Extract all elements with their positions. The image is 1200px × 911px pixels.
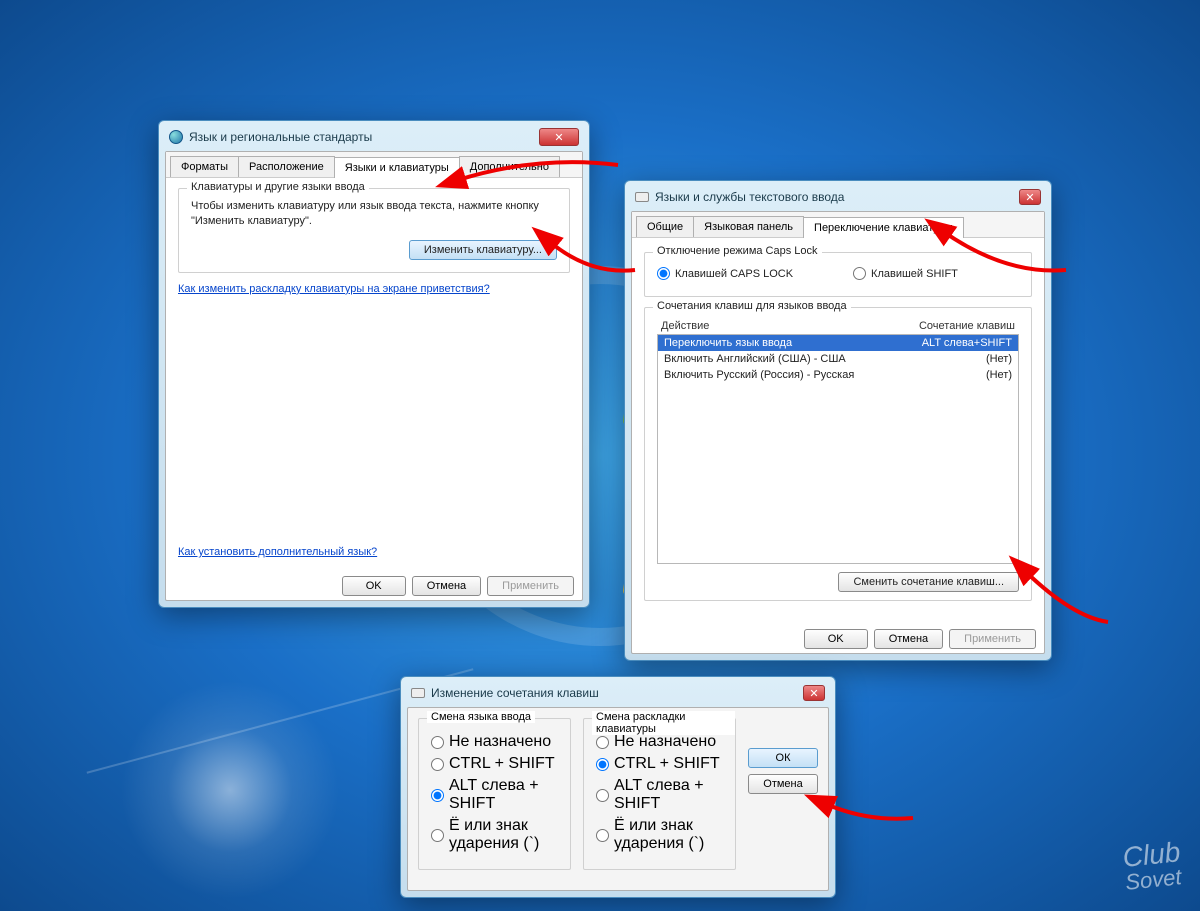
group-hotkeys: Сочетания клавиш для языков ввода Действ…	[644, 307, 1032, 601]
change-keyboard-button[interactable]: Изменить клавиатуру...	[409, 240, 557, 260]
hotkeys-legend: Сочетания клавиш для языков ввода	[653, 300, 851, 312]
radio-none[interactable]: Не назначено	[431, 733, 558, 751]
dialog-region-language: Язык и региональные стандарты ✕ Форматы …	[158, 120, 590, 608]
close-button[interactable]: ✕	[539, 128, 579, 146]
tab-switch-kbd[interactable]: Переключение клавиатуры	[803, 217, 964, 238]
capslock-legend: Отключение режима Caps Lock	[653, 245, 822, 257]
keyboard-icon	[411, 688, 425, 698]
tab-location[interactable]: Расположение	[238, 156, 335, 177]
ok-button[interactable]: OK	[342, 576, 406, 596]
watermark: ClubSovet	[1122, 839, 1185, 896]
group-keyboards: Клавиатуры и другие языки ввода Чтобы из…	[178, 188, 570, 273]
window-title: Изменение сочетания клавиш	[431, 686, 599, 700]
radio-grave[interactable]: Ё или знак ударения (`)	[596, 817, 723, 853]
dialog-change-hotkey: Изменение сочетания клавиш ✕ Смена языка…	[400, 676, 836, 898]
ok-button[interactable]: OK	[804, 629, 868, 649]
link-welcome-layout[interactable]: Как изменить раскладку клавиатуры на экр…	[178, 283, 490, 295]
group-lang-switch: Смена языка ввода Не назначено CTRL + SH…	[418, 718, 571, 870]
hotkey-list[interactable]: Переключить язык вводаALT слева+SHIFT Вк…	[657, 334, 1019, 564]
radio-none[interactable]: Не назначено	[596, 733, 723, 751]
lens-flare	[120, 680, 340, 900]
list-item[interactable]: Включить Русский (Россия) - Русская(Нет)	[658, 367, 1018, 383]
legend-left: Смена языка ввода	[427, 711, 535, 723]
dialog-text-services: Языки и службы текстового ввода ✕ Общие …	[624, 180, 1052, 661]
link-install-language[interactable]: Как установить дополнительный язык?	[178, 546, 377, 558]
titlebar[interactable]: Языки и службы текстового ввода ✕	[631, 187, 1045, 211]
tab-keyboards[interactable]: Языки и клавиатуры	[334, 157, 460, 178]
radio-grave[interactable]: Ё или знак ударения (`)	[431, 817, 558, 853]
radio-shift[interactable]: Клавишей SHIFT	[853, 267, 958, 280]
radio-ctrl-shift[interactable]: CTRL + SHIFT	[596, 755, 723, 773]
group-text: Чтобы изменить клавиатуру или язык ввода…	[191, 199, 557, 230]
apply-button: Применить	[487, 576, 574, 596]
tab-general[interactable]: Общие	[636, 216, 694, 237]
radio-alt-shift[interactable]: ALT слева + SHIFT	[596, 777, 723, 813]
radio-ctrl-shift[interactable]: CTRL + SHIFT	[431, 755, 558, 773]
change-hotkey-button[interactable]: Сменить сочетание клавиш...	[838, 572, 1019, 592]
window-title: Языки и службы текстового ввода	[655, 190, 844, 204]
tab-formats[interactable]: Форматы	[170, 156, 239, 177]
titlebar[interactable]: Язык и региональные стандарты ✕	[165, 127, 583, 151]
apply-button: Применить	[949, 629, 1036, 649]
group-capslock: Отключение режима Caps Lock Клавишей CAP…	[644, 252, 1032, 297]
close-button[interactable]: ✕	[803, 685, 825, 701]
globe-icon	[169, 130, 183, 144]
keyboard-icon	[635, 192, 649, 202]
titlebar[interactable]: Изменение сочетания клавиш ✕	[407, 683, 829, 707]
tab-advanced[interactable]: Дополнительно	[459, 156, 560, 177]
col-combo: Сочетание клавиш	[919, 320, 1015, 332]
legend-right: Смена раскладки клавиатуры	[592, 711, 735, 735]
list-item[interactable]: Переключить язык вводаALT слева+SHIFT	[658, 335, 1018, 351]
tab-langbar[interactable]: Языковая панель	[693, 216, 804, 237]
cancel-button[interactable]: Отмена	[748, 774, 818, 794]
window-title: Язык и региональные стандарты	[189, 130, 372, 144]
close-button[interactable]: ✕	[1019, 189, 1041, 205]
radio-capslock[interactable]: Клавишей CAPS LOCK	[657, 267, 793, 280]
radio-alt-shift[interactable]: ALT слева + SHIFT	[431, 777, 558, 813]
group-layout-switch: Смена раскладки клавиатуры Не назначено …	[583, 718, 736, 870]
tabstrip: Форматы Расположение Языки и клавиатуры …	[166, 152, 582, 178]
list-item[interactable]: Включить Английский (США) - США(Нет)	[658, 351, 1018, 367]
ok-button[interactable]: ОК	[748, 748, 818, 768]
group-legend: Клавиатуры и другие языки ввода	[187, 181, 369, 193]
cancel-button[interactable]: Отмена	[412, 576, 481, 596]
cancel-button[interactable]: Отмена	[874, 629, 943, 649]
col-action: Действие	[661, 320, 709, 332]
